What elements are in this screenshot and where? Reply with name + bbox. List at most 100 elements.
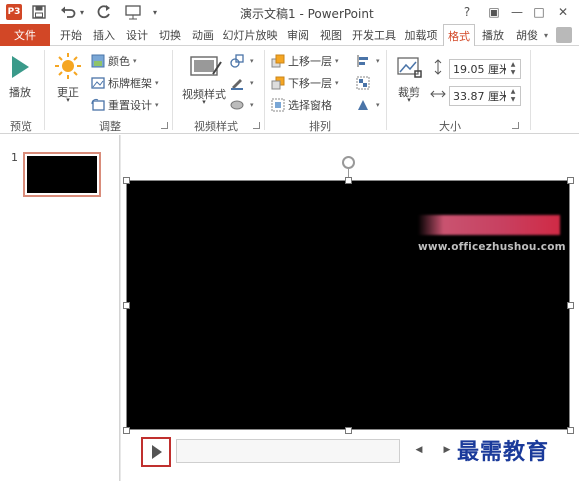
spinner-arrows-icon[interactable]: ▲ ▼ [506, 60, 520, 78]
resize-handle-left[interactable] [123, 302, 130, 309]
chevron-down-icon: ▾ [335, 57, 339, 65]
tab-home[interactable]: 开始 [56, 24, 86, 46]
maximize-icon[interactable]: □ [530, 3, 548, 20]
ribbon-tabs: 文件 开始 插入 设计 切换 动画 幻灯片放映 审阅 视图 开发工具 加载项 格… [0, 24, 579, 47]
group-label-size: 大小 [439, 120, 461, 133]
group-divider [44, 50, 45, 130]
resize-handle-bottom[interactable] [345, 427, 352, 434]
tab-format[interactable]: 格式 [443, 24, 475, 47]
tab-transitions[interactable]: 切换 [155, 24, 185, 46]
width-input[interactable] [450, 87, 506, 105]
height-spinner[interactable]: ▲▼ [449, 59, 521, 79]
redacted-banner [418, 215, 560, 235]
user-name[interactable]: 胡俊 [516, 24, 538, 46]
send-backward-button[interactable]: 下移一层 ▾ [271, 74, 339, 92]
shapes-icon [230, 54, 244, 68]
undo-icon[interactable] [60, 4, 76, 20]
media-play-button[interactable] [141, 437, 171, 467]
palette-icon [91, 54, 105, 68]
video-border-button[interactable]: ▾ [230, 74, 254, 92]
resize-handle-top-right[interactable] [567, 177, 574, 184]
chevron-down-icon: ▾ [155, 101, 159, 109]
customize-toolbar-icon[interactable]: ▾ [150, 4, 160, 20]
slide-thumbnail[interactable] [23, 152, 101, 197]
group-label-video-styles: 视频样式 [194, 120, 238, 133]
media-timeline[interactable] [176, 439, 400, 463]
play-icon [12, 56, 29, 78]
avatar[interactable] [556, 27, 572, 43]
slide-thumbnail-image [27, 156, 97, 193]
play-preview-button[interactable] [8, 54, 32, 83]
chevron-down-icon: ▾ [155, 79, 159, 87]
help-icon[interactable]: ? [458, 3, 476, 20]
spinner-arrows-icon[interactable]: ▲ ▼ [506, 87, 520, 105]
sun-icon [55, 53, 81, 79]
rewind-icon[interactable]: ◀ [413, 443, 425, 457]
color-label: 颜色 [108, 55, 130, 68]
ribbon: 播放 预览 更正 ▾ 颜色 ▾ 标牌框架 ▾ 重置设计 ▾ 调整 视频样式 ▾ ▾ ▾… [0, 46, 579, 134]
poster-frame-label: 标牌框架 [108, 77, 152, 90]
tab-insert[interactable]: 插入 [89, 24, 119, 46]
chevron-down-icon: ▾ [376, 101, 380, 109]
resize-handle-top[interactable] [345, 177, 352, 184]
chevron-down-icon[interactable]: ▾ [544, 24, 548, 46]
group-icon [356, 76, 370, 90]
group-label-preview: 预览 [10, 120, 32, 133]
redo-icon[interactable] [96, 4, 112, 20]
group-divider [386, 50, 387, 130]
rotate-button[interactable]: ▾ [356, 96, 380, 114]
undo-dropdown-icon[interactable]: ▾ [78, 4, 86, 20]
tab-slide-show[interactable]: 幻灯片放映 [220, 24, 280, 46]
bring-forward-icon [271, 54, 285, 68]
tab-design[interactable]: 设计 [122, 24, 152, 46]
tab-view[interactable]: 视图 [316, 24, 346, 46]
powerpoint-logo-icon[interactable]: P3 [6, 4, 22, 20]
tab-file[interactable]: 文件 [0, 24, 50, 46]
resize-handle-bottom-left[interactable] [123, 427, 130, 434]
window-title: 演示文稿1 - PowerPoint [240, 7, 374, 21]
align-button[interactable]: ▾ [356, 52, 380, 70]
group-objects-button[interactable] [356, 74, 373, 92]
crop-button[interactable] [395, 54, 423, 83]
resize-handle-right[interactable] [567, 302, 574, 309]
send-backward-icon [271, 76, 285, 90]
width-spinner[interactable]: ▲▼ [449, 86, 521, 106]
tab-review[interactable]: 审阅 [283, 24, 313, 46]
chevron-down-icon: ▾ [250, 57, 254, 65]
watermark-text: www.officezhushou.com [418, 241, 566, 253]
rotate-handle[interactable] [342, 156, 355, 169]
resize-handle-top-left[interactable] [123, 177, 130, 184]
group-divider [264, 50, 265, 130]
bring-forward-label: 上移一层 [288, 55, 332, 68]
color-button[interactable]: 颜色 ▾ [91, 52, 137, 70]
selection-pane-button[interactable]: 选择窗格 [271, 96, 332, 114]
tab-developer[interactable]: 开发工具 [349, 24, 399, 46]
dialog-launcher-icon[interactable] [161, 122, 168, 129]
group-divider [530, 50, 531, 130]
height-input[interactable] [450, 60, 506, 78]
save-icon[interactable] [32, 4, 46, 20]
poster-frame-button[interactable]: 标牌框架 ▾ [91, 74, 159, 92]
play-label: 播放 [9, 86, 31, 99]
video-styles-gallery-button[interactable] [189, 54, 223, 83]
video-shape-button[interactable]: ▾ [230, 52, 254, 70]
bring-forward-button[interactable]: 上移一层 ▾ [271, 52, 339, 70]
tab-playback[interactable]: 播放 [477, 24, 509, 46]
forward-icon[interactable]: ▶ [441, 443, 453, 457]
dialog-launcher-icon[interactable] [253, 122, 260, 129]
video-effects-button[interactable]: ▾ [230, 96, 254, 114]
play-icon [152, 445, 162, 459]
tab-add-ins[interactable]: 加载项 [401, 24, 441, 46]
ribbon-display-options-icon[interactable]: ▣ [485, 3, 503, 20]
selection-pane-label: 选择窗格 [288, 99, 332, 112]
minimize-icon[interactable]: — [508, 3, 526, 20]
close-icon[interactable]: ✕ [554, 3, 572, 20]
reset-design-label: 重置设计 [108, 99, 152, 112]
present-from-start-icon[interactable] [124, 4, 142, 20]
corrections-button[interactable] [54, 52, 82, 83]
resize-handle-bottom-right[interactable] [567, 427, 574, 434]
reset-design-button[interactable]: 重置设计 ▾ [91, 96, 159, 114]
chevron-down-icon: ▾ [407, 96, 411, 104]
dialog-launcher-icon[interactable] [512, 122, 519, 129]
tab-animations[interactable]: 动画 [188, 24, 218, 46]
